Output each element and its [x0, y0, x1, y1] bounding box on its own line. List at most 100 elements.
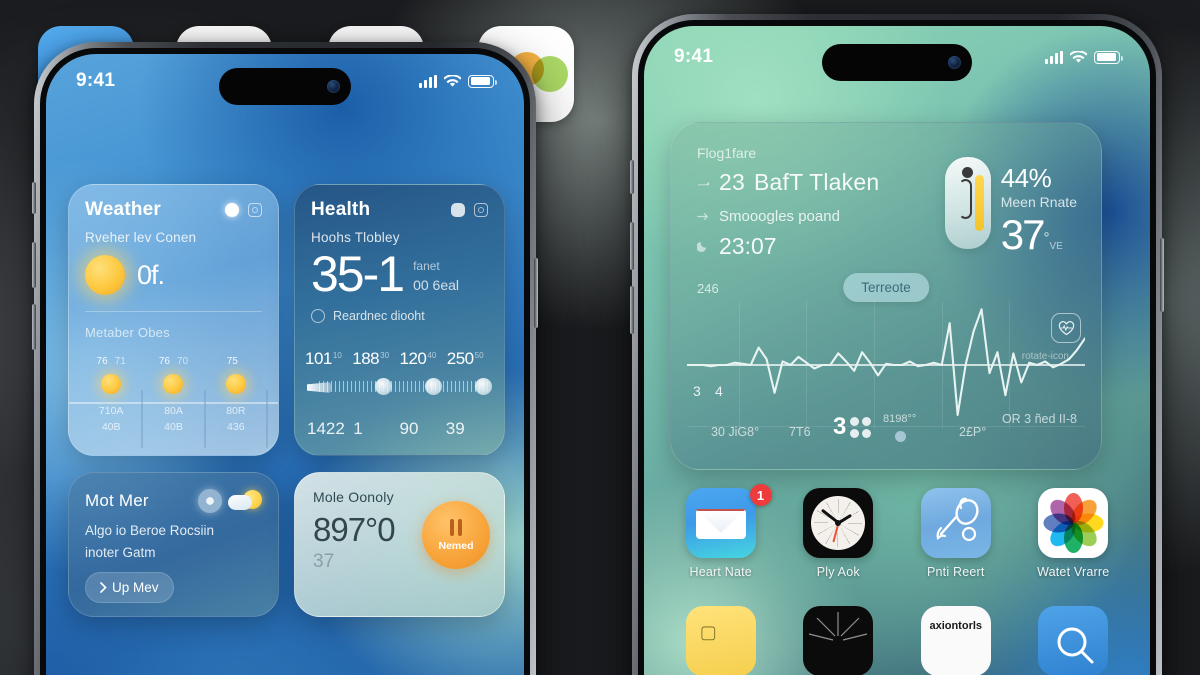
volume-up-button-left[interactable]	[32, 242, 36, 288]
app-notes[interactable]: ▢	[662, 606, 780, 675]
gauge-knob-icon[interactable]	[475, 378, 492, 395]
widget-music[interactable]: Mot Mer Algo io Beroe Rocsiin inoter Gat…	[68, 472, 279, 617]
weather-widget-title: Weather	[85, 199, 162, 220]
front-camera-icon	[948, 56, 961, 69]
volume-up-button-right[interactable]	[630, 222, 634, 270]
clock-icon[interactable]	[803, 488, 874, 558]
signal-bars-icon	[1045, 50, 1063, 64]
solid-dot-icon[interactable]	[451, 203, 465, 217]
health-footer-value: 90	[399, 419, 419, 438]
activity-line1-text: BafT Tlaken	[753, 169, 880, 195]
activity-big-unit: VE	[1049, 241, 1063, 252]
white-app-icon[interactable]: axiontorls	[920, 606, 991, 675]
photos-icon[interactable]	[1038, 488, 1109, 558]
health-widget-subtitle: Hoohs Tlobley	[311, 230, 400, 245]
power-button-left[interactable]	[534, 258, 538, 328]
ecg-heart-icon[interactable]	[1051, 313, 1081, 343]
health-stat-unit: 10	[332, 350, 342, 360]
axis-label: 2£P°	[959, 425, 987, 439]
health-note: Reardnec diooht	[333, 309, 425, 323]
health-stat: 25050	[447, 349, 494, 369]
action-button-right[interactable]	[630, 160, 634, 194]
music-action-button[interactable]: Up Mev	[85, 572, 174, 604]
forecast-value-bottom: 436	[227, 420, 245, 433]
wifi-icon	[444, 74, 461, 87]
forecast-separator-bar	[265, 390, 268, 448]
status-icons	[419, 74, 497, 88]
health-big-value: 35-1	[311, 246, 405, 302]
dynamic-island-left[interactable]	[219, 68, 351, 105]
activity-big-value: 37	[1000, 211, 1046, 258]
health-footer-value: 1422	[307, 419, 345, 438]
app-photos[interactable]: Watet Vrarre	[1015, 488, 1133, 579]
cloud-sun-icon	[228, 489, 264, 513]
gauge-knob-icon[interactable]	[425, 378, 442, 395]
forecast-low: 71	[114, 356, 126, 367]
signal-bars-icon	[419, 74, 437, 88]
dynamic-island-right[interactable]	[822, 44, 972, 81]
music-body-line2: inoter Gatm	[85, 544, 156, 560]
activity-line3-value: 23:07	[719, 233, 777, 259]
forecast-value-top: 80A	[164, 405, 183, 417]
timer-pause-button[interactable]: Nemed	[422, 501, 490, 569]
gauge-needle-icon	[307, 382, 331, 393]
weather-current-row: 0f.	[69, 245, 278, 295]
health-widget-title: Health	[311, 199, 371, 220]
activity-right-metrics: 44% Meen Rnate 37°VE	[944, 157, 1077, 258]
status-time: 9:41	[674, 46, 714, 67]
health-note-row: Reardnec diooht	[295, 299, 504, 323]
music-body-line1: Algo io Beroe Rocsiin	[85, 523, 215, 538]
app-mail[interactable]: 1 Heart Nate	[662, 484, 780, 579]
app-fitness[interactable]: Pnti Reert	[897, 488, 1015, 579]
power-button-right[interactable]	[1160, 238, 1164, 312]
app-white[interactable]: axiontorls	[897, 606, 1015, 675]
forecast-high: 76	[96, 356, 108, 367]
forecast-value-bottom: 40B	[101, 420, 121, 433]
app-label: Ply Aok	[816, 565, 860, 579]
battery-full-icon	[1094, 50, 1123, 64]
phone-left: 9:41 Weather Rveher lev Conen 0f. Metabe…	[32, 42, 538, 675]
chart-marker-dot	[895, 431, 906, 442]
activity-line1-value: 23	[719, 169, 745, 195]
health-stat-value: 250	[446, 349, 474, 368]
widget-timer[interactable]: Mole Oonoly 897°0 37 Nemed	[294, 472, 505, 617]
gauge-knob-icon[interactable]	[375, 378, 392, 395]
front-camera-icon	[327, 80, 340, 93]
widget-weather[interactable]: Weather Rveher lev Conen 0f. Metaber Obe…	[68, 184, 279, 456]
screenshot-canvas: Volobrlo 9:41	[0, 0, 1200, 675]
fitness-glyph	[936, 497, 979, 542]
moon-icon	[697, 241, 707, 253]
health-stats-row: 10110 18830 12040 25050	[295, 349, 504, 369]
mail-icon[interactable]	[685, 488, 756, 558]
axis-label: 3	[833, 413, 847, 440]
activity-header-label: Flog1fare	[697, 145, 757, 161]
widget-activity[interactable]: Flog1fare 23 BafT Tlaken Smooogles poand	[670, 122, 1102, 470]
music-widget-header: Mot Mer	[69, 473, 278, 513]
music-widget-title: Mot Mer	[85, 491, 149, 510]
action-button-left[interactable]	[32, 182, 36, 214]
weather-widget-controls	[225, 203, 262, 217]
app-grid-row-1: 1 Heart Nate Ply Aok Pnti Reert Watet Vr…	[662, 484, 1133, 579]
notes-icon[interactable]: ▢	[685, 606, 756, 675]
volume-down-button-right[interactable]	[630, 286, 634, 334]
health-widget-controls	[451, 203, 488, 217]
solid-dot-icon[interactable]	[225, 203, 239, 217]
photos-petals	[1043, 493, 1104, 553]
widget-health[interactable]: Health Hoohs Tlobley 35-1 fanet 00 6eal	[294, 184, 505, 456]
compass-icon[interactable]	[803, 606, 874, 675]
forecast-value-top: 80R	[226, 405, 246, 417]
activity-pill-tag[interactable]: Terreote	[843, 273, 929, 302]
ring-square-icon[interactable]	[474, 203, 488, 217]
search-app-icon[interactable]	[1038, 606, 1109, 675]
volume-down-button-left[interactable]	[32, 304, 36, 350]
app-compass[interactable]	[780, 606, 898, 675]
forecast-low: 70	[176, 356, 189, 367]
forecast-high: 76	[158, 356, 170, 367]
ring-square-icon[interactable]	[248, 203, 262, 217]
phone-right-screen: 9:41 Flog1fare 23 BafT Tlaken Smooogles …	[644, 26, 1150, 675]
app-search[interactable]	[1015, 606, 1133, 675]
app-clock[interactable]: Ply Aok	[780, 488, 898, 579]
fitness-icon[interactable]	[920, 488, 991, 558]
weather-widget-header: Weather	[69, 185, 278, 221]
weather-section-label: Metaber Obes	[85, 325, 170, 340]
